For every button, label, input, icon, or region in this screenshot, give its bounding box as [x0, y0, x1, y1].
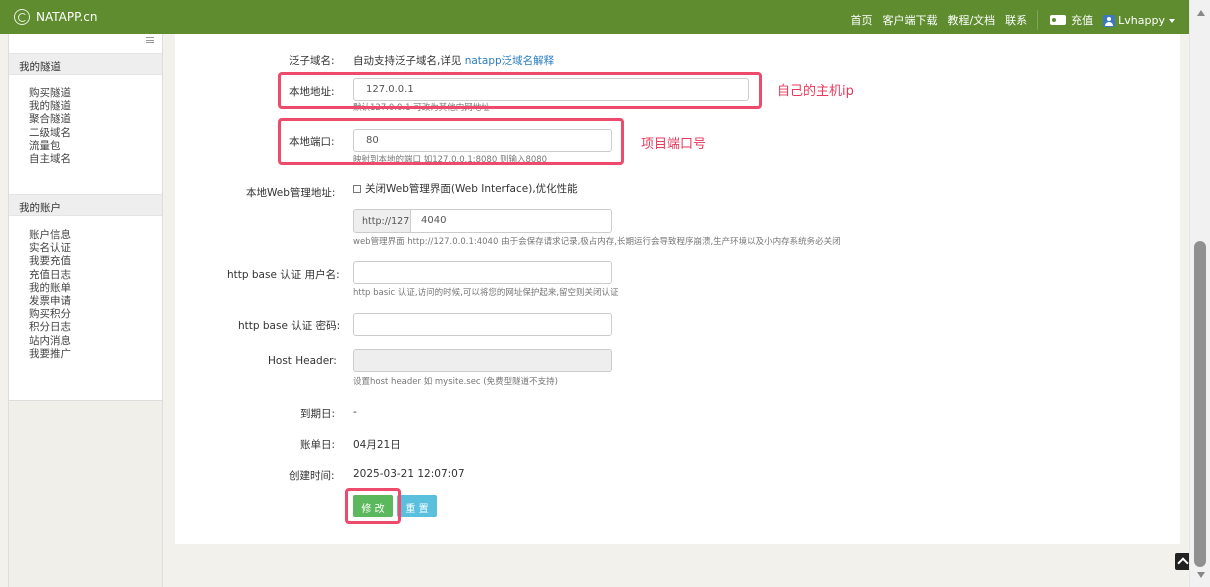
scroll-up-icon[interactable]	[1197, 10, 1205, 16]
sidebar-item-verify[interactable]: 实名认证	[29, 242, 71, 255]
web-admin-label: 本地Web管理地址:	[246, 187, 336, 199]
web-admin-checkbox-label: 关闭Web管理界面(Web Interface),优化性能	[365, 183, 578, 195]
wildcard-text: 自动支持泛子域名,详见 natapp泛域名解释	[353, 53, 554, 68]
wildcard-desc: 自动支持泛子域名,详见	[353, 55, 465, 67]
web-admin-port-input[interactable]: 4040	[410, 209, 612, 233]
expire-value: -	[353, 406, 357, 418]
sidebar-item-invoice[interactable]: 发票申请	[29, 295, 71, 308]
web-admin-checkbox[interactable]	[353, 185, 361, 193]
http-user-help: http basic 认证,访问的时候,可以将您的网址保护起来,留空则关闭认证	[353, 288, 619, 298]
nav-docs[interactable]: 教程/文档	[947, 12, 995, 28]
sidebar-tunnel-list: 购买隧道 我的隧道 聚合隧道 二级域名 流量包 自主域名	[29, 87, 71, 166]
natapp-logo-icon	[14, 9, 30, 25]
bill-label: 账单日:	[300, 439, 336, 451]
http-user-label: http base 认证 用户名:	[227, 269, 340, 281]
nav-recharge[interactable]: 充值	[1071, 12, 1093, 28]
sidebar-item-bills[interactable]: 我的账单	[29, 282, 71, 295]
sidebar-item-recharge[interactable]: 我要充值	[29, 255, 71, 268]
menu-toggle-icon[interactable]	[146, 37, 154, 43]
http-pass-label: http base 认证 密码:	[238, 320, 341, 332]
sidebar-item-account-info[interactable]: 账户信息	[29, 229, 71, 242]
caret-down-icon	[1169, 18, 1175, 23]
sidebar-section-account: 我的账户	[9, 194, 162, 216]
nav-divider	[1037, 10, 1039, 30]
nav-right: 首页 客户端下载 教程/文档 联系 充值 Lvhappy	[840, 10, 1175, 30]
sidebar-item-promote[interactable]: 我要推广	[29, 348, 71, 361]
sidebar-item-traffic[interactable]: 流量包	[29, 140, 71, 153]
user-menu[interactable]: Lvhappy	[1103, 14, 1175, 27]
http-user-input[interactable]	[353, 261, 612, 284]
page-scrollbar[interactable]	[1189, 0, 1210, 587]
web-admin-prefix: http://127.0.0.1:	[353, 209, 440, 233]
nav-contact[interactable]: 联系	[1005, 12, 1027, 28]
top-navbar: NATAPP.cn 首页 客户端下载 教程/文档 联系 充值 Lvhappy	[0, 0, 1189, 34]
reset-button[interactable]: 重 置	[397, 495, 437, 517]
sidebar-item-points-log[interactable]: 积分日志	[29, 321, 71, 334]
brand[interactable]: NATAPP.cn	[14, 9, 97, 25]
host-header-input	[353, 349, 612, 372]
wallet-icon	[1050, 15, 1067, 25]
sidebar-account-list: 账户信息 实名认证 我要充值 充值日志 我的账单 发票申请 购买积分 积分日志 …	[29, 229, 71, 361]
nav-client-download[interactable]: 客户端下载	[882, 12, 937, 28]
sidebar-item-aggregate-tunnel[interactable]: 聚合隧道	[29, 113, 71, 126]
annotation-box-port	[278, 118, 624, 165]
sidebar-item-messages[interactable]: 站内消息	[29, 335, 71, 348]
sidebar-item-my-tunnels[interactable]: 我的隧道	[29, 100, 71, 113]
bill-value: 04月21日	[353, 439, 401, 451]
scroll-down-icon[interactable]	[1197, 572, 1205, 578]
sidebar-item-buy-tunnel[interactable]: 购买隧道	[29, 87, 71, 100]
sidebar-item-subdomain[interactable]: 二级域名	[29, 127, 71, 140]
annotation-box-host	[278, 72, 762, 109]
sidebar-item-buy-points[interactable]: 购买积分	[29, 308, 71, 321]
sidebar-item-custom-domain[interactable]: 自主域名	[29, 153, 71, 166]
user-icon	[1103, 14, 1116, 27]
host-header-label: Host Header:	[268, 355, 337, 367]
sidebar: 我的隧道 购买隧道 我的隧道 聚合隧道 二级域名 流量包 自主域名 我的账户 账…	[8, 34, 163, 587]
annotation-host-ip: 自己的主机ip	[777, 84, 854, 99]
created-value: 2025-03-21 12:07:07	[353, 468, 465, 480]
web-admin-toggle[interactable]: 关闭Web管理界面(Web Interface),优化性能	[353, 181, 578, 196]
sidebar-footer	[9, 400, 162, 587]
annotation-project-port: 项目端口号	[641, 137, 707, 152]
scroll-thumb[interactable]	[1194, 241, 1206, 567]
nav-home[interactable]: 首页	[850, 12, 872, 28]
username: Lvhappy	[1118, 13, 1165, 27]
brand-name: NATAPP.cn	[36, 10, 98, 24]
host-header-help: 设置host header 如 mysite.sec (免费型隧道不支持)	[353, 377, 558, 387]
annotation-box-submit	[345, 488, 401, 524]
http-pass-input[interactable]	[353, 313, 612, 336]
expire-label: 到期日:	[300, 408, 336, 420]
created-label: 创建时间:	[289, 470, 335, 482]
sidebar-item-recharge-log[interactable]: 充值日志	[29, 269, 71, 282]
wildcard-label: 泛子域名:	[289, 55, 335, 67]
web-admin-help: web管理界面 http://127.0.0.1:4040 由于会保存请求记录,…	[353, 237, 841, 247]
wildcard-doc-link[interactable]: natapp泛域名解释	[465, 55, 554, 67]
sidebar-section-tunnels: 我的隧道	[9, 53, 162, 75]
